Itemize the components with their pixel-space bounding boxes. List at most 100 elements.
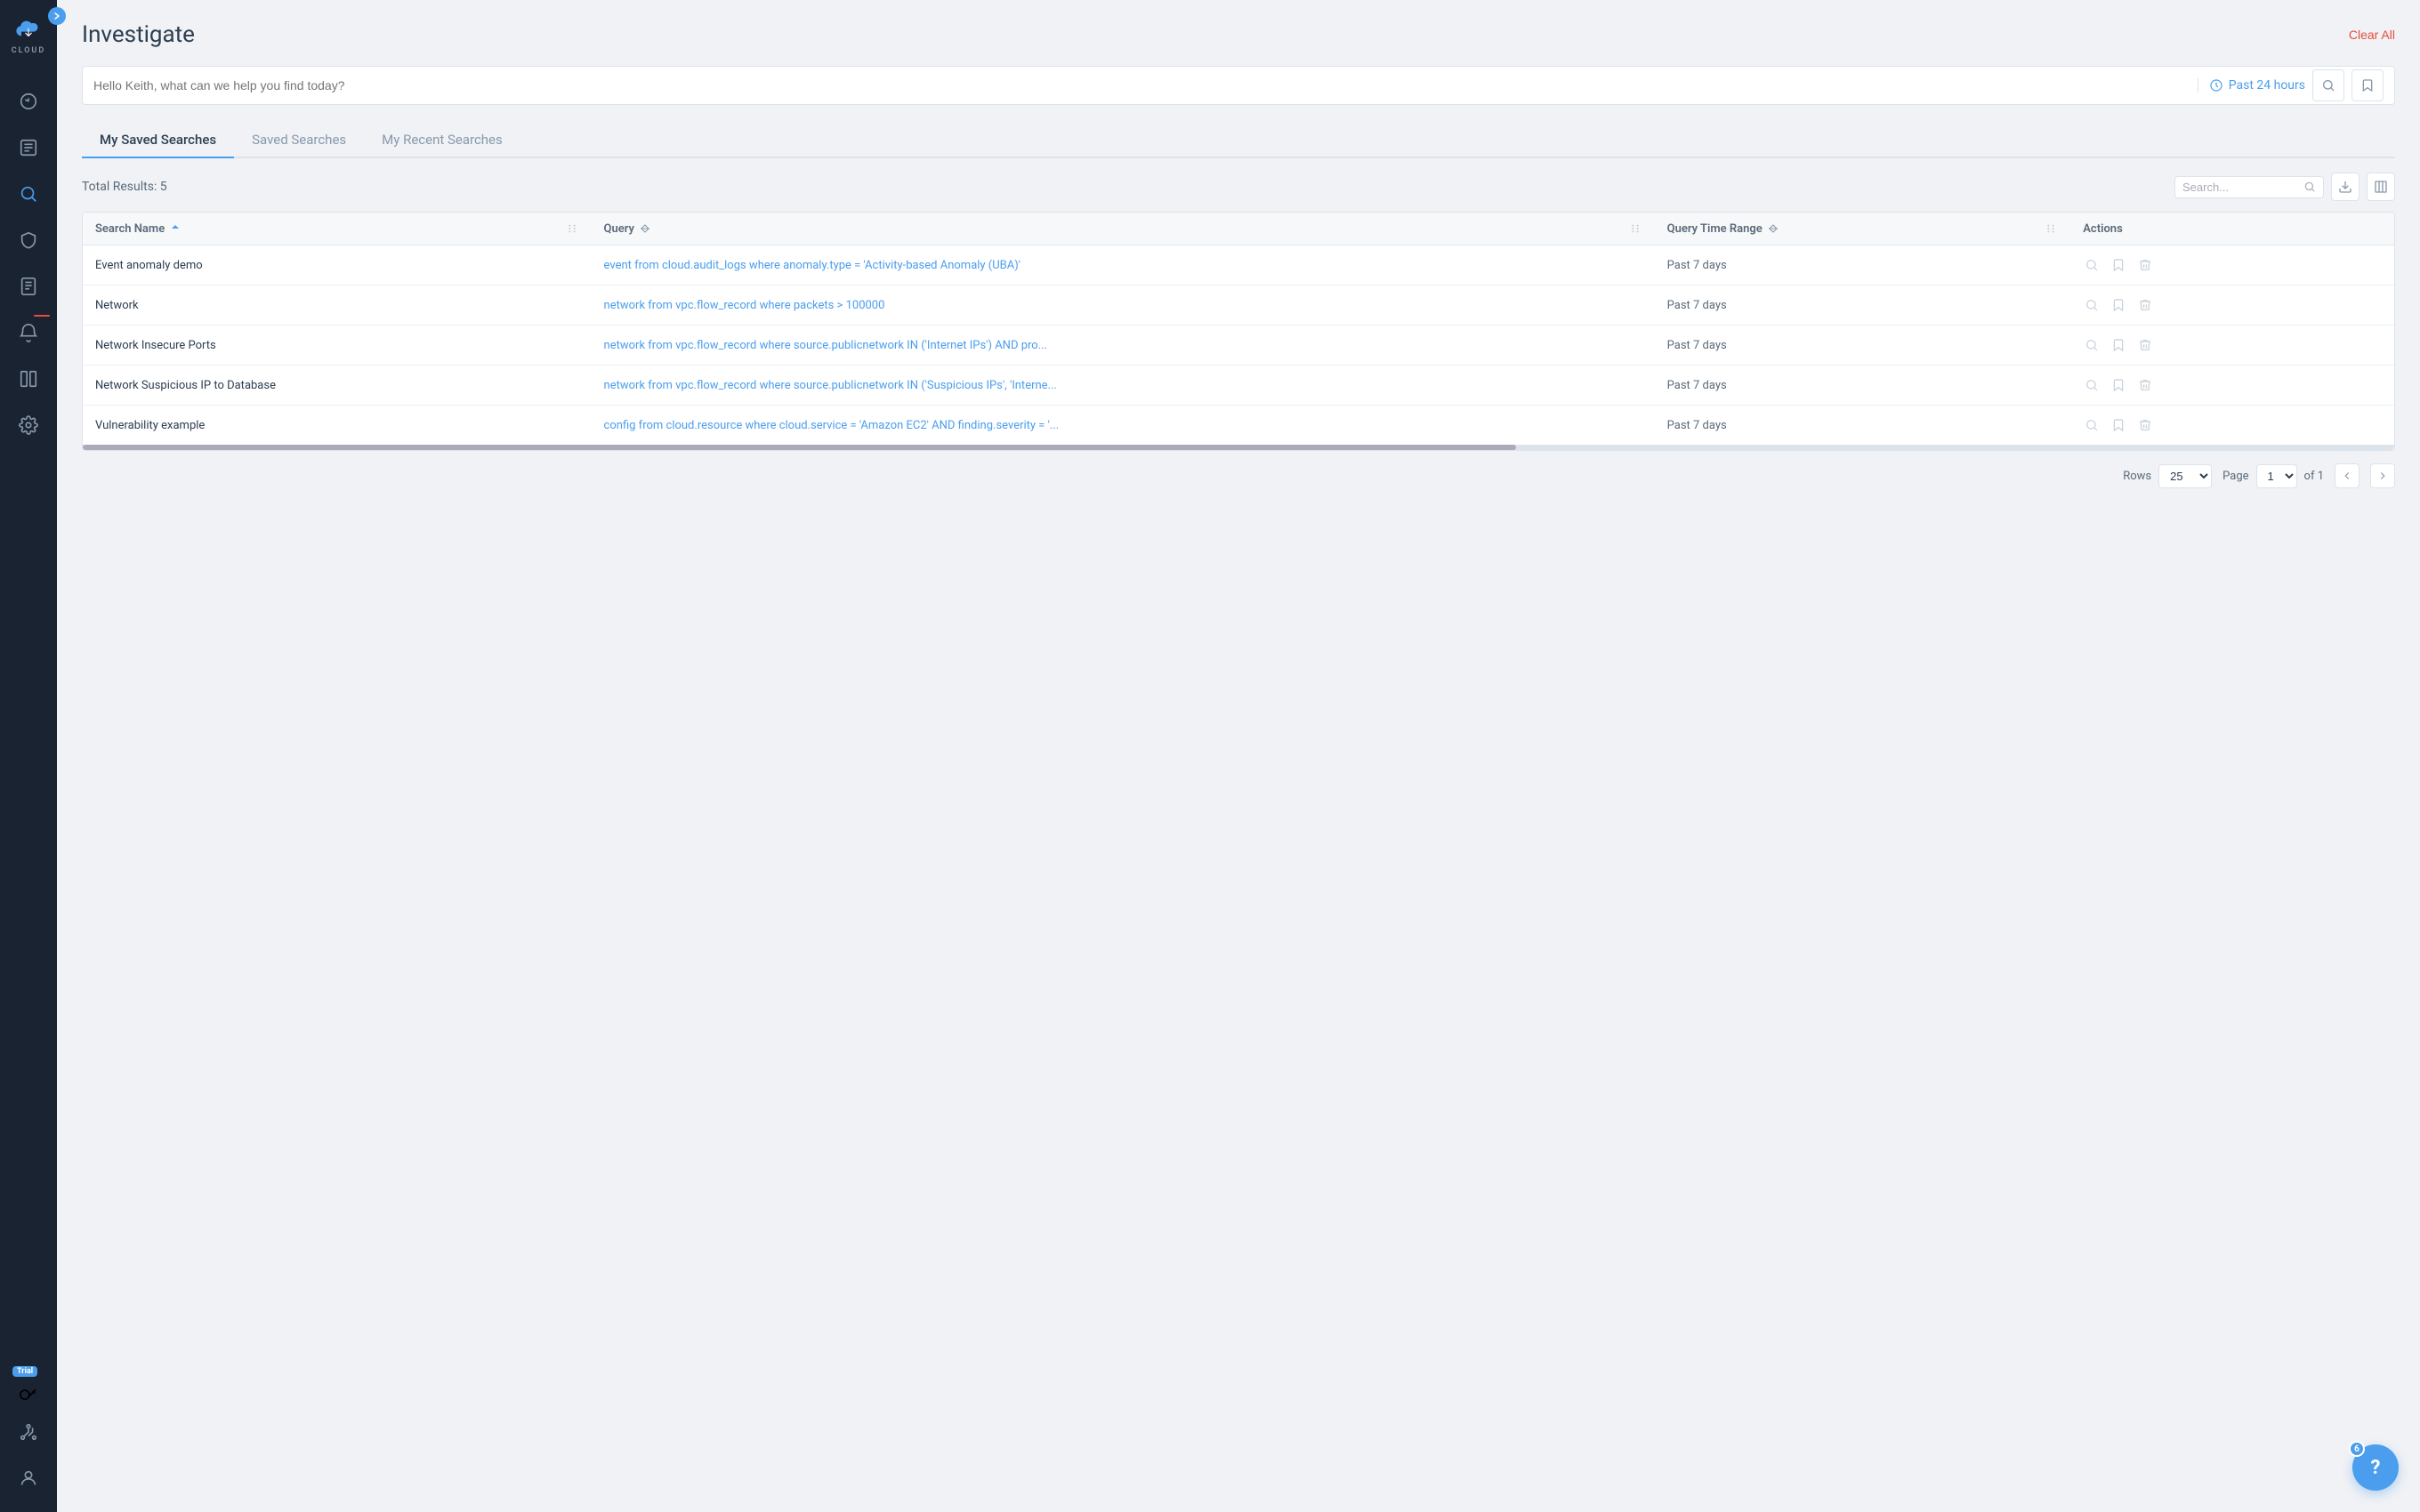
page-select[interactable]: 1 <box>2256 464 2297 488</box>
save-btn-1[interactable] <box>2109 296 2127 314</box>
col-header-actions: Actions <box>2083 222 2123 236</box>
sort-icon-time[interactable] <box>1768 223 1779 234</box>
query-link-2[interactable]: network from vpc.flow_record where sourc… <box>604 339 1047 352</box>
run-search-btn-0[interactable] <box>2083 256 2101 274</box>
drag-handle-icon[interactable] <box>565 221 579 236</box>
help-button[interactable]: 6 ? <box>2352 1444 2399 1491</box>
sidebar-logo[interactable]: CLOUD <box>0 0 57 71</box>
sort-icon-query[interactable] <box>640 223 650 234</box>
page-label: Page <box>2222 470 2248 483</box>
pagination: Rows 25 10 50 100 Page 1 of 1 <box>82 451 2395 495</box>
prev-page-button[interactable] <box>2335 463 2360 488</box>
drag-handle-query-icon[interactable] <box>1628 221 1642 236</box>
sidebar-item-dashboard[interactable] <box>0 78 57 125</box>
trash-icon <box>2138 418 2152 432</box>
search-execute-button[interactable] <box>2312 69 2344 101</box>
trash-icon <box>2138 298 2152 312</box>
search-icon <box>2321 78 2335 92</box>
table-actions <box>2174 173 2395 201</box>
sidebar-item-books[interactable] <box>0 356 57 402</box>
delete-btn-0[interactable] <box>2136 256 2154 274</box>
time-range-selector[interactable]: Past 24 hours <box>2198 78 2305 92</box>
sidebar-item-shield[interactable] <box>0 217 57 263</box>
sidebar-nav <box>0 71 57 1366</box>
col-header-time-range: Query Time Range <box>1667 222 1763 236</box>
cell-query-1: network from vpc.flow_record where packe… <box>592 286 1655 326</box>
cell-query-2: network from vpc.flow_record where sourc… <box>592 326 1655 366</box>
save-search-button[interactable] <box>2351 69 2384 101</box>
save-icon <box>2111 338 2126 352</box>
col-header-name: Search Name <box>95 222 165 236</box>
run-search-btn-1[interactable] <box>2083 296 2101 314</box>
save-btn-2[interactable] <box>2109 336 2127 354</box>
sidebar-expand-button[interactable] <box>48 7 66 25</box>
run-search-btn-2[interactable] <box>2083 336 2101 354</box>
sidebar-item-profile[interactable] <box>0 1455 57 1501</box>
time-range-label: Past 24 hours <box>2229 78 2305 92</box>
sidebar-item-trial[interactable]: Trial <box>0 1366 57 1409</box>
scroll-thumb[interactable] <box>83 445 1516 450</box>
sidebar-item-alerts[interactable] <box>0 310 57 356</box>
drag-handle-time-icon[interactable] <box>2044 221 2058 236</box>
run-icon <box>2085 298 2099 312</box>
run-search-btn-4[interactable] <box>2083 416 2101 434</box>
delete-btn-1[interactable] <box>2136 296 2154 314</box>
sidebar-item-reports[interactable] <box>0 263 57 310</box>
save-btn-3[interactable] <box>2109 376 2127 394</box>
query-link-1[interactable]: network from vpc.flow_record where packe… <box>604 299 885 312</box>
delete-btn-4[interactable] <box>2136 416 2154 434</box>
search-nav-icon <box>19 184 38 204</box>
sidebar-item-settings[interactable] <box>0 402 57 448</box>
rows-label: Rows <box>2123 470 2151 483</box>
run-search-btn-3[interactable] <box>2083 376 2101 394</box>
chart-icon <box>19 92 38 111</box>
user-icon <box>19 1468 38 1488</box>
scroll-indicator <box>83 445 2394 450</box>
table-search-box <box>2174 176 2324 198</box>
table-row: Event anomaly demo event from cloud.audi… <box>83 245 2394 286</box>
table-search-input[interactable] <box>2182 181 2298 194</box>
cell-actions-2 <box>2070 326 2394 366</box>
tab-recent-searches[interactable]: My Recent Searches <box>364 123 520 158</box>
trial-badge: Trial <box>12 1366 37 1377</box>
sidebar-item-investigate[interactable] <box>0 171 57 217</box>
clear-all-button[interactable]: Clear All <box>2349 28 2395 42</box>
query-link-4[interactable]: config from cloud.resource where cloud.s… <box>604 419 1060 432</box>
save-btn-4[interactable] <box>2109 416 2127 434</box>
sidebar-item-rules[interactable] <box>0 125 57 171</box>
cell-time-2: Past 7 days <box>1655 326 2071 366</box>
columns-button[interactable] <box>2367 173 2395 201</box>
query-link-3[interactable]: network from vpc.flow_record where sourc… <box>604 379 1057 392</box>
total-results: Total Results: 5 <box>82 180 167 194</box>
table-row: Network network from vpc.flow_record whe… <box>83 286 2394 326</box>
page-title: Investigate <box>82 21 195 48</box>
delete-btn-2[interactable] <box>2136 336 2154 354</box>
download-button[interactable] <box>2331 173 2360 201</box>
tab-saved-searches[interactable]: Saved Searches <box>234 123 364 158</box>
cell-name-4: Vulnerability example <box>83 406 592 446</box>
rows-per-page-select[interactable]: 25 10 50 100 <box>2158 464 2212 488</box>
cell-name-2: Network Insecure Ports <box>83 326 592 366</box>
key-icon <box>19 1382 38 1402</box>
pagination-rows: Rows 25 10 50 100 <box>2123 464 2212 488</box>
table-row: Vulnerability example config from cloud.… <box>83 406 2394 446</box>
query-link-0[interactable]: event from cloud.audit_logs where anomal… <box>604 259 1021 272</box>
delete-btn-3[interactable] <box>2136 376 2154 394</box>
cell-time-1: Past 7 days <box>1655 286 2071 326</box>
save-icon <box>2111 258 2126 272</box>
table-toolbar: Total Results: 5 <box>82 173 2395 201</box>
sidebar: CLOUD <box>0 0 57 1512</box>
search-bar-actions <box>2312 69 2384 101</box>
sidebar-item-integrations[interactable] <box>0 1409 57 1455</box>
trash-icon <box>2138 378 2152 392</box>
settings-icon <box>19 415 38 435</box>
sidebar-logo-text: CLOUD <box>12 46 45 55</box>
sort-asc-icon <box>170 223 181 234</box>
integrations-icon <box>19 1422 38 1442</box>
tab-my-saved-searches[interactable]: My Saved Searches <box>82 123 234 158</box>
columns-icon <box>2374 180 2388 194</box>
save-btn-0[interactable] <box>2109 256 2127 274</box>
alerts-icon <box>19 323 38 342</box>
main-search-input[interactable] <box>93 78 2190 92</box>
next-page-button[interactable] <box>2370 463 2395 488</box>
